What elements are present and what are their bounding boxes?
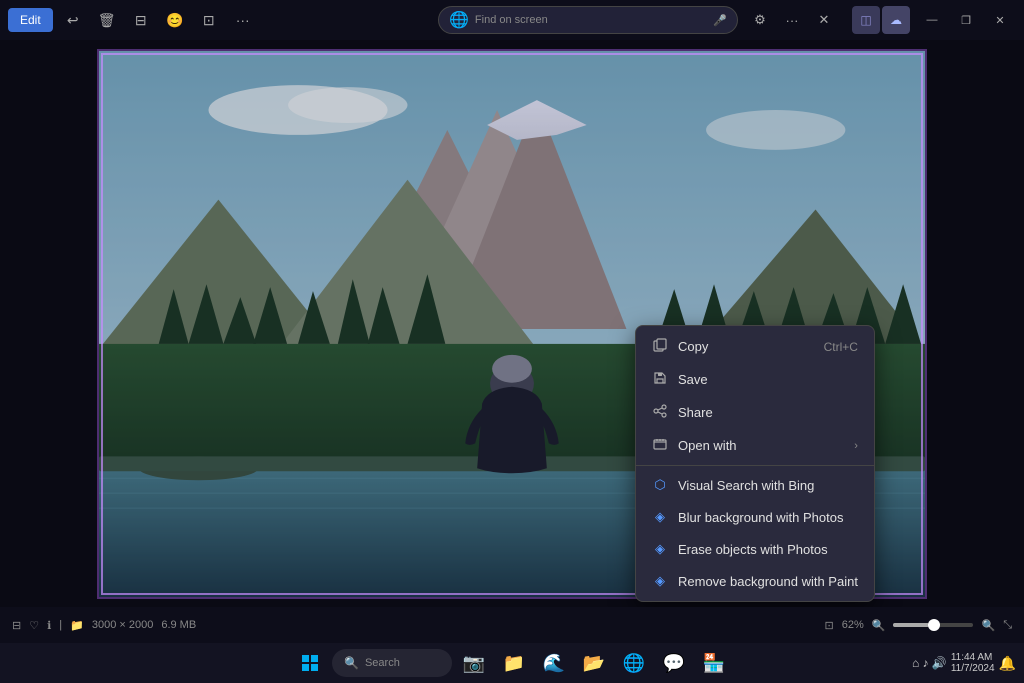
- copy-menu-item[interactable]: Copy Ctrl+C: [636, 330, 874, 363]
- edit-button[interactable]: Edit: [8, 8, 53, 32]
- open-with-icon: [652, 437, 668, 454]
- taskbar-store-icon[interactable]: 🏪: [696, 645, 732, 681]
- app-window: Edit ↩ 🗑 ⊟ 😊 ⊡ ··· 🌐 Find on screen 🎤 ⚙ …: [0, 0, 1024, 683]
- erase-menu-item[interactable]: ◈ Erase objects with Photos: [636, 533, 874, 565]
- browser-close-icon[interactable]: ✕: [810, 6, 838, 34]
- copy-icon: [652, 338, 668, 355]
- undo-icon[interactable]: ↩: [59, 6, 87, 34]
- share-label: Share: [678, 405, 713, 420]
- save-label: Save: [678, 372, 708, 387]
- zoom-value: 62%: [842, 619, 864, 631]
- delete-icon[interactable]: 🗑: [93, 6, 121, 34]
- share-icon: [652, 404, 668, 421]
- taskbar-edge-icon[interactable]: 🌊: [536, 645, 572, 681]
- photos-erase-icon: ◈: [652, 541, 668, 557]
- pin-icon[interactable]: ◫: [852, 6, 880, 34]
- address-text: Find on screen: [475, 14, 707, 26]
- taskbar-chrome-icon[interactable]: 🌐: [616, 645, 652, 681]
- paint-icon: ◈: [652, 573, 668, 589]
- title-bar-right-icons: ◫ ☁: [852, 6, 910, 34]
- open-with-arrow-icon: ›: [854, 440, 858, 452]
- taskbar-center: 🔍 Search 📷 📁 🌊 📂 🌐 💬 🏪: [292, 645, 732, 681]
- zoom-slider[interactable]: [893, 623, 973, 627]
- more-icon[interactable]: ···: [229, 6, 257, 34]
- system-icons[interactable]: ⌂ ♪ 🔊: [912, 656, 947, 670]
- cloud-icon[interactable]: ☁: [882, 6, 910, 34]
- copy-label: Copy: [678, 339, 708, 354]
- folder-icon[interactable]: 📁: [70, 619, 84, 632]
- fullscreen-icon[interactable]: ⤡: [1003, 619, 1012, 632]
- close-button[interactable]: ✕: [984, 6, 1016, 34]
- monitor-icon[interactable]: ⊟: [12, 619, 21, 632]
- open-with-menu-item[interactable]: Open with ›: [636, 429, 874, 462]
- photos-blur-icon: ◈: [652, 509, 668, 525]
- zoom-in-icon[interactable]: 🔍: [981, 619, 995, 632]
- title-bar: Edit ↩ 🗑 ⊟ 😊 ⊡ ··· 🌐 Find on screen 🎤 ⚙ …: [0, 0, 1024, 40]
- maximize-button[interactable]: ❐: [950, 6, 982, 34]
- taskbar-explorer-icon[interactable]: 📂: [576, 645, 612, 681]
- window-controls: — ❐ ✕: [916, 6, 1016, 34]
- taskbar-photos-icon[interactable]: 📷: [456, 645, 492, 681]
- taskbar-teams-icon[interactable]: 💬: [656, 645, 692, 681]
- fit-icon[interactable]: ⊡: [825, 619, 834, 632]
- save-menu-item[interactable]: Save: [636, 363, 874, 396]
- frames-icon[interactable]: ⊡: [195, 6, 223, 34]
- open-with-label: Open with: [678, 438, 737, 453]
- search-text: Search: [365, 657, 400, 669]
- crop-icon[interactable]: ⊟: [127, 6, 155, 34]
- status-right: ⊡ 62% 🔍 🔍 ⤡: [825, 619, 1012, 632]
- start-button[interactable]: [292, 645, 328, 681]
- zoom-thumb[interactable]: [928, 619, 940, 631]
- address-bar-area: 🌐 Find on screen 🎤 ⚙ ··· ✕: [430, 6, 846, 34]
- taskbar: 🔍 Search 📷 📁 🌊 📂 🌐 💬 🏪 ⌂ ♪ 🔊 11:44 AM11/…: [0, 643, 1024, 683]
- browser-icons: ⚙ ··· ✕: [746, 6, 838, 34]
- context-menu: Copy Ctrl+C Save: [635, 325, 875, 602]
- search-icon: 🔍: [344, 656, 359, 670]
- status-left: ⊟ ♡ ℹ | 📁 3000 × 2000 6.9 MB: [12, 619, 196, 632]
- separator: |: [59, 619, 62, 631]
- visual-search-menu-item[interactable]: ⬡ Visual Search with Bing: [636, 469, 874, 501]
- zoom-out-icon[interactable]: 🔍: [872, 619, 886, 632]
- title-bar-left: Edit ↩ 🗑 ⊟ 😊 ⊡ ···: [8, 6, 424, 34]
- address-bar[interactable]: 🌐 Find on screen 🎤: [438, 6, 738, 34]
- remove-bg-label: Remove background with Paint: [678, 574, 858, 589]
- remove-bg-menu-item[interactable]: ◈ Remove background with Paint: [636, 565, 874, 597]
- taskbar-search[interactable]: 🔍 Search: [332, 649, 452, 677]
- zoom-fill: [893, 623, 929, 627]
- clock: 11:44 AM11/7/2024: [951, 652, 995, 674]
- visual-search-label: Visual Search with Bing: [678, 478, 814, 493]
- taskbar-files-icon[interactable]: 📁: [496, 645, 532, 681]
- status-bar: ⊟ ♡ ℹ | 📁 3000 × 2000 6.9 MB ⊡ 62% 🔍 🔍 ⤡: [0, 607, 1024, 643]
- share-menu-item[interactable]: Share: [636, 396, 874, 429]
- dimensions: 3000 × 2000: [92, 619, 153, 631]
- minimize-button[interactable]: —: [916, 6, 948, 34]
- main-content: Copy Ctrl+C Save: [0, 40, 1024, 607]
- notification-icon[interactable]: 🔔: [999, 655, 1016, 672]
- copy-shortcut: Ctrl+C: [824, 340, 858, 354]
- blur-bg-menu-item[interactable]: ◈ Blur background with Photos: [636, 501, 874, 533]
- file-size: 6.9 MB: [161, 619, 196, 631]
- mic-icon: 🎤: [713, 14, 727, 27]
- save-icon: [652, 371, 668, 388]
- taskbar-right: ⌂ ♪ 🔊 11:44 AM11/7/2024 🔔: [912, 652, 1016, 674]
- more-options-icon[interactable]: ···: [778, 6, 806, 34]
- face-icon[interactable]: 😊: [161, 6, 189, 34]
- menu-separator: [636, 465, 874, 466]
- settings-icon[interactable]: ⚙: [746, 6, 774, 34]
- bing-icon: ⬡: [652, 477, 668, 493]
- erase-label: Erase objects with Photos: [678, 542, 828, 557]
- blur-bg-label: Blur background with Photos: [678, 510, 843, 525]
- info-icon[interactable]: ℹ: [47, 619, 51, 632]
- browser-logo-icon: 🌐: [449, 10, 469, 30]
- favorite-icon[interactable]: ♡: [29, 619, 39, 632]
